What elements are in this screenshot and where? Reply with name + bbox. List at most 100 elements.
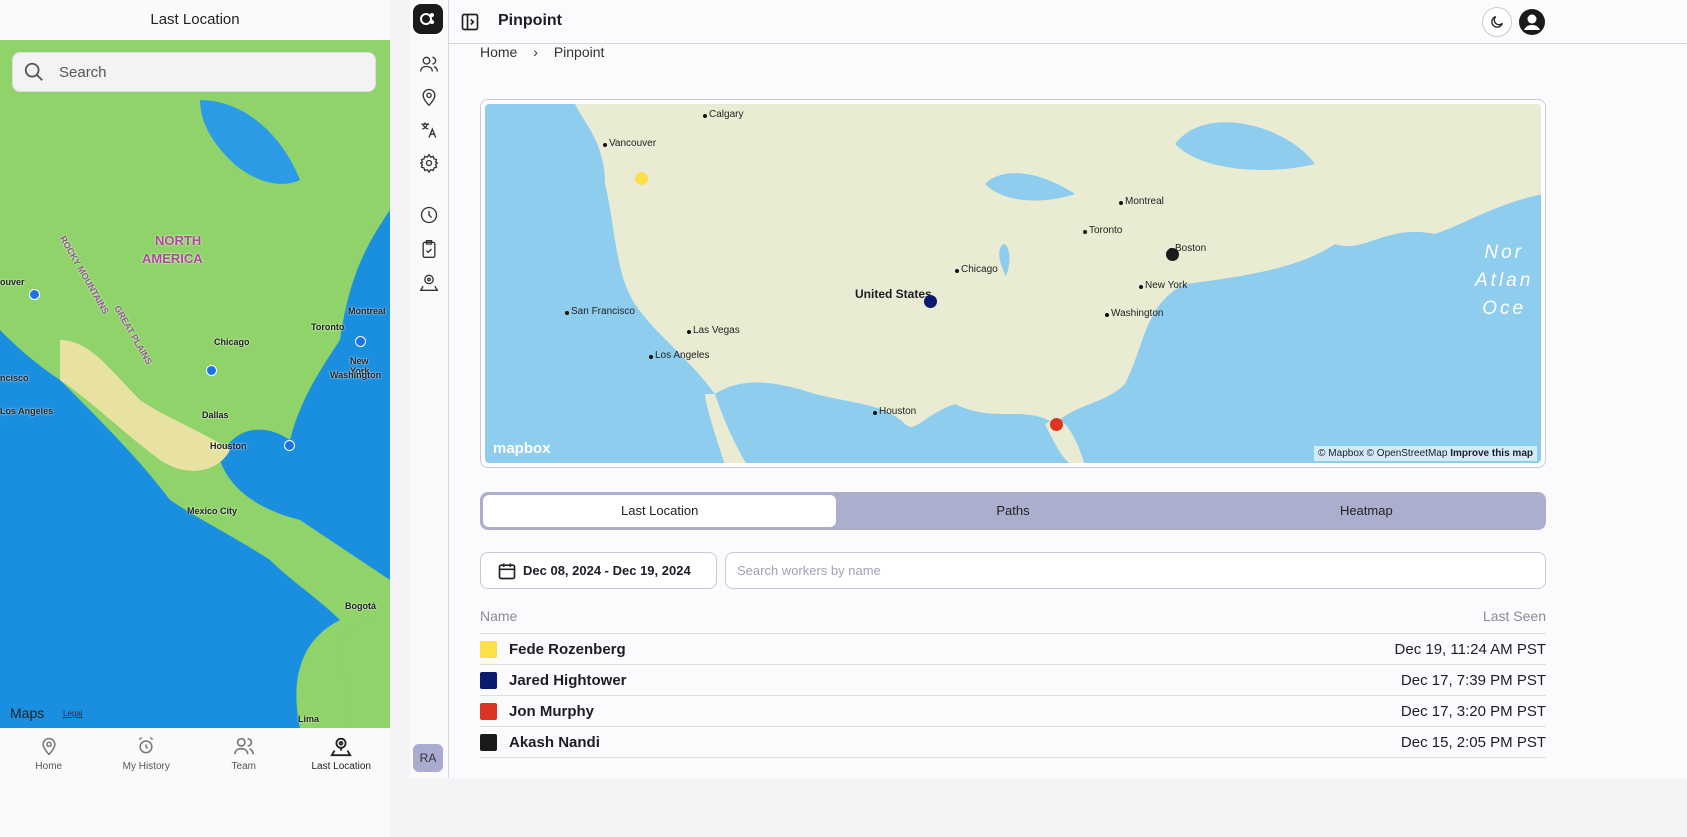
clipboard-check-icon[interactable]: [419, 239, 439, 259]
map-label: Chicago: [214, 337, 250, 347]
user-pin-icon[interactable]: [419, 272, 439, 292]
ocean-label: Nor Atlan Oce: [1475, 242, 1534, 319]
attribution-text[interactable]: © Mapbox © OpenStreetMap: [1318, 448, 1447, 459]
app-logo[interactable]: [413, 4, 443, 34]
breadcrumb-home[interactable]: Home: [480, 44, 517, 60]
last-seen: Dec 17, 7:39 PM PST: [1400, 671, 1546, 689]
gear-icon[interactable]: [419, 153, 439, 173]
map-label: Houston: [210, 441, 247, 451]
city-label: Montreal: [1119, 196, 1164, 207]
clock-icon[interactable]: [419, 205, 439, 225]
worker-name: Fede Rozenberg: [509, 640, 626, 658]
mapbox-map[interactable]: Calgary Vancouver Montreal Toronto Bosto…: [485, 104, 1541, 463]
sidebar-toggle-icon[interactable]: [460, 12, 480, 32]
view-tabs: Last Location Paths Heatmap: [480, 492, 1546, 530]
city-label: Vancouver: [602, 138, 657, 149]
table-row[interactable]: Akash Nandi Dec 15, 2:05 PM PST: [480, 727, 1546, 758]
tab-label: Team: [231, 760, 256, 772]
city-label: Las Vegas: [687, 325, 740, 336]
map-label: Toronto: [311, 322, 345, 332]
color-swatch: [480, 671, 497, 689]
map-label: ncisco: [0, 373, 29, 383]
header: Pinpoint: [449, 0, 1687, 44]
table-row[interactable]: Jared Hightower Dec 17, 7:39 PM PST: [480, 665, 1546, 696]
map-label: Lima: [298, 714, 320, 724]
phone-title: Last Location: [150, 11, 240, 28]
tab-last-location[interactable]: Last Location: [293, 728, 391, 778]
map-label: Dallas: [202, 410, 229, 420]
city-label: Los Angeles: [649, 350, 710, 361]
translate-icon[interactable]: [419, 120, 439, 140]
map-container: Calgary Vancouver Montreal Toronto Bosto…: [480, 99, 1546, 468]
column-last-seen[interactable]: Last Seen: [1483, 608, 1546, 633]
city-label: Houston: [872, 406, 917, 417]
map-label: NORTH: [155, 233, 202, 248]
last-seen: Dec 19, 11:24 AM PST: [1394, 640, 1546, 658]
tab-last-location[interactable]: Last Location: [483, 495, 837, 527]
search-icon: [24, 62, 43, 81]
tab-heatmap[interactable]: Heatmap: [1190, 495, 1543, 527]
user-avatar[interactable]: RA: [413, 744, 443, 772]
last-seen: Dec 17, 3:20 PM PST: [1400, 702, 1546, 720]
apple-map[interactable]: NORTH AMERICA ROCKY MOUNTAINS GREAT PLAI…: [0, 40, 390, 728]
map-pin-icon: [42, 737, 56, 755]
map-pin-icon[interactable]: [419, 87, 439, 107]
color-swatch: [480, 733, 497, 751]
color-swatch: [480, 702, 497, 720]
location-dot[interactable]: [284, 440, 295, 451]
color-swatch: [480, 640, 497, 658]
date-range-label: Dec 08, 2024 - Dec 19, 2024: [523, 563, 691, 578]
map-search-input[interactable]: Search: [12, 52, 376, 92]
user-pin-icon: [330, 737, 353, 756]
tab-paths[interactable]: Paths: [836, 495, 1189, 527]
theme-toggle-button[interactable]: [1482, 7, 1512, 37]
worker-marker-akash-nandi[interactable]: [1166, 248, 1179, 261]
page-title: Pinpoint: [498, 12, 562, 29]
breadcrumb-separator: ›: [533, 44, 538, 60]
worker-name: Akash Nandi: [509, 733, 600, 751]
tab-label: My History: [122, 760, 170, 772]
location-dot[interactable]: [355, 336, 366, 347]
tab-team[interactable]: Team: [195, 728, 293, 778]
legal-link[interactable]: Legal: [63, 709, 83, 718]
workers-table: Fede Rozenberg Dec 19, 11:24 AM PST Jared…: [480, 634, 1546, 758]
improve-map-link[interactable]: Improve this map: [1450, 448, 1533, 459]
apple-maps-logo: Maps: [10, 705, 45, 721]
main-content: Pinpoint Home › Pinpoint Calgary Vancouv…: [449, 0, 1687, 778]
worker-marker-jared-hightower[interactable]: [924, 295, 937, 308]
map-label: Los Angeles: [0, 406, 54, 416]
tab-my-history[interactable]: My History: [98, 728, 196, 778]
users-icon[interactable]: [419, 54, 439, 74]
worker-marker-fede-rozenberg[interactable]: [635, 172, 648, 185]
phone-panel: Last Location NORTH AMERICA ROCKY MOUNTA…: [0, 0, 390, 837]
bottom-tab-bar: Home My History Team Last Location: [0, 728, 390, 778]
map-label: Washington: [330, 370, 382, 380]
country-label: United States: [855, 287, 932, 301]
city-label: Chicago: [955, 264, 998, 275]
location-dot[interactable]: [29, 289, 40, 300]
tab-home[interactable]: Home: [0, 728, 98, 778]
breadcrumb-current: Pinpoint: [553, 44, 605, 60]
map-label: ouver: [0, 277, 25, 287]
map-label: Bogotá: [345, 601, 376, 611]
calendar-icon: [498, 563, 516, 579]
map-label: Montreal: [348, 306, 386, 316]
city-label: Washington: [1104, 308, 1164, 319]
tab-label: Last Location: [311, 760, 372, 772]
search-placeholder: Search: [59, 63, 107, 81]
worker-search-input[interactable]: [725, 552, 1546, 589]
worker-name: Jared Hightower: [509, 671, 627, 689]
column-name[interactable]: Name: [480, 608, 517, 633]
location-dot[interactable]: [206, 365, 217, 376]
last-seen: Dec 15, 2:05 PM PST: [1400, 733, 1546, 751]
alarm-clock-icon: [139, 736, 154, 753]
profile-avatar-icon[interactable]: [1519, 9, 1545, 35]
worker-marker-jon-murphy[interactable]: [1050, 418, 1063, 431]
tab-label: Home: [35, 760, 63, 772]
table-row[interactable]: Fede Rozenberg Dec 19, 11:24 AM PST: [480, 634, 1546, 665]
city-label: Toronto: [1082, 225, 1123, 236]
date-range-button[interactable]: Dec 08, 2024 - Dec 19, 2024: [480, 552, 717, 589]
worker-name: Jon Murphy: [509, 702, 594, 720]
table-row[interactable]: Jon Murphy Dec 17, 3:20 PM PST: [480, 696, 1546, 727]
city-label: Calgary: [702, 109, 744, 120]
